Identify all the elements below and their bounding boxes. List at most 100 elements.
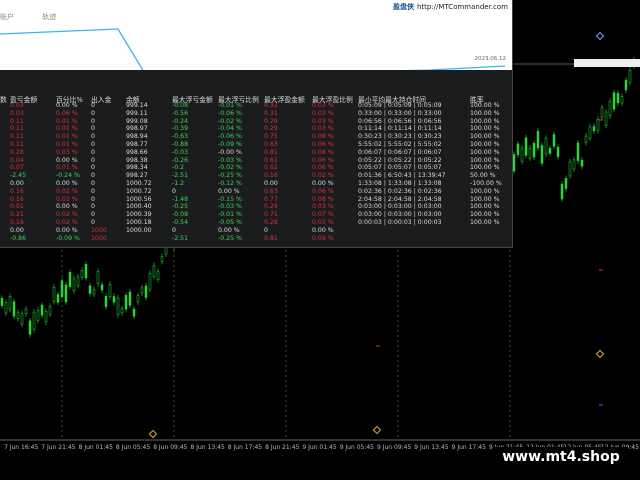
table-cell: -2.51 [172, 234, 189, 242]
candle [560, 183, 564, 200]
table-cell: 0.00 [10, 226, 24, 234]
table-cell: 0.08 % [312, 195, 334, 203]
table-cell: 0 [91, 117, 95, 125]
table-cell: 0:33:00 | 0:33:00 | 0:33:00 [358, 109, 442, 117]
table-cell: -0.02 % [218, 117, 242, 125]
table-cell: 0.31 [264, 109, 278, 117]
candle [52, 286, 56, 302]
table-cell: 0:06:07 | 0:06:07 | 0:06:07 [358, 148, 442, 156]
table-cell: 998.34 [126, 164, 148, 172]
trade-marker [372, 425, 382, 435]
table-cell: 0:06:56 | 0:06:56 | 0:06:56 [358, 117, 442, 125]
table-cell: -0.2 [172, 164, 185, 172]
table-cell: 0.03 % [312, 125, 334, 133]
table-cell: 0.63 [264, 141, 278, 148]
candle [36, 310, 40, 321]
table-cell: -0.03 % [218, 203, 242, 211]
table-cell: 0:01:36 | 6:50:43 | 13:39:47 [358, 172, 446, 180]
candle [132, 308, 136, 317]
table-cell: 1:33:08 | 1:33:08 | 1:33:08 [358, 180, 442, 187]
table-cell: 0:30:23 | 0:30:23 | 0:30:23 [358, 133, 442, 141]
table-cell: 1000.72 [126, 180, 152, 187]
candle [136, 295, 140, 303]
table-cell: 0.11 [10, 141, 24, 148]
tab-track[interactable]: 轨迹 [42, 12, 56, 22]
time-axis-label: 9 Jun 09:45 [377, 444, 412, 451]
table-cell: 0.03 [10, 109, 24, 117]
time-axis-label: 8 Jun 05:45 [115, 444, 151, 451]
time-axis-label: 7 Jun 21:45 [41, 444, 76, 451]
equity-curve-area: 盈盘侠 http://MTCommander.com 账户 轨迹 2023.06.… [0, 0, 512, 83]
table-cell: 100.00 % [470, 133, 500, 141]
table-cell: -1.2 [172, 180, 185, 187]
candle [516, 143, 520, 156]
time-axis-label: 9 Jun 05:45 [339, 444, 374, 451]
candle [604, 111, 608, 126]
table-cell: 1000 [91, 226, 107, 234]
candle [536, 130, 540, 149]
table-cell: -0.24 % [56, 172, 80, 180]
candle [0, 298, 4, 306]
table-cell: 0.03 % [312, 203, 334, 211]
table-cell: 998.97 [126, 125, 148, 133]
table-cell: -0.01 % [218, 211, 242, 219]
brand[interactable]: 盈盘侠 http://MTCommander.com [393, 2, 508, 12]
table-cell: -0.04 % [218, 125, 242, 133]
table-cell: 100.00 % [470, 211, 500, 219]
table-cell: -1.48 [172, 195, 189, 203]
table-cell: 0.16 [10, 195, 24, 203]
table-cell: 0.06 % [312, 164, 334, 172]
time-axis-label: 8 Jun 01:45 [78, 444, 113, 451]
table-cell: 0.03 % [312, 219, 334, 226]
candle [572, 159, 576, 170]
candle [152, 265, 156, 277]
tab-account[interactable]: 账户 [0, 12, 14, 22]
table-cell: 0.02 % [56, 195, 78, 203]
table-cell: 0.01 % [56, 125, 78, 133]
candle [600, 107, 604, 118]
table-cell: 0.00 % [56, 156, 78, 164]
watermark: www.mt4.shop [494, 447, 628, 467]
table-cell: 0 [264, 226, 268, 234]
candle [96, 271, 100, 284]
candle [60, 280, 64, 297]
table-cell: 0 [91, 219, 95, 226]
table-cell: 0.81 [264, 234, 278, 242]
table-cell: 0.75 [264, 133, 278, 141]
table-cell: 0.03 [10, 102, 24, 109]
table-cell: 0.01 % [56, 141, 78, 148]
candle [532, 142, 536, 158]
candle [140, 287, 144, 294]
candle [608, 101, 612, 117]
table-cell: 0 [91, 195, 95, 203]
time-axis-label: 9 Jun 17:45 [451, 444, 486, 451]
table-cell: 0.08 % [312, 133, 334, 141]
table-cell: 0 [91, 148, 95, 156]
table-cell: 1000.39 [126, 211, 152, 219]
candle [88, 285, 92, 294]
table-cell: 0.62 [264, 164, 278, 172]
table-cell: 2:04:58 | 2:04:58 | 2:04:58 [358, 195, 442, 203]
price-tag [574, 59, 640, 67]
table-cell: 0:02:36 | 0:02:36 | 0:02:36 [358, 187, 442, 195]
table-cell: 0.00 [10, 180, 24, 187]
candle [28, 320, 32, 335]
table-cell: 0 [172, 226, 176, 234]
table-cell: -0.24 [172, 117, 189, 125]
table-cell: 0.06 % [56, 109, 78, 117]
table-cell: 1000 [91, 234, 107, 242]
candle [564, 178, 568, 189]
table-cell: -0.06 % [218, 109, 242, 117]
table-cell: 0.02 % [56, 211, 78, 219]
table-cell: 0.07 [10, 164, 24, 172]
candle [160, 256, 164, 262]
table-cell: 0 [91, 125, 95, 133]
table-cell: -0.39 [172, 125, 189, 133]
table-cell: 1000.56 [126, 195, 152, 203]
table-cell: -0.00 % [218, 148, 242, 156]
table-cell: 100.00 % [470, 164, 500, 172]
candle [20, 313, 24, 325]
equity-line [0, 28, 506, 83]
candle [44, 311, 48, 323]
table-cell: 0.01 % [56, 117, 78, 125]
